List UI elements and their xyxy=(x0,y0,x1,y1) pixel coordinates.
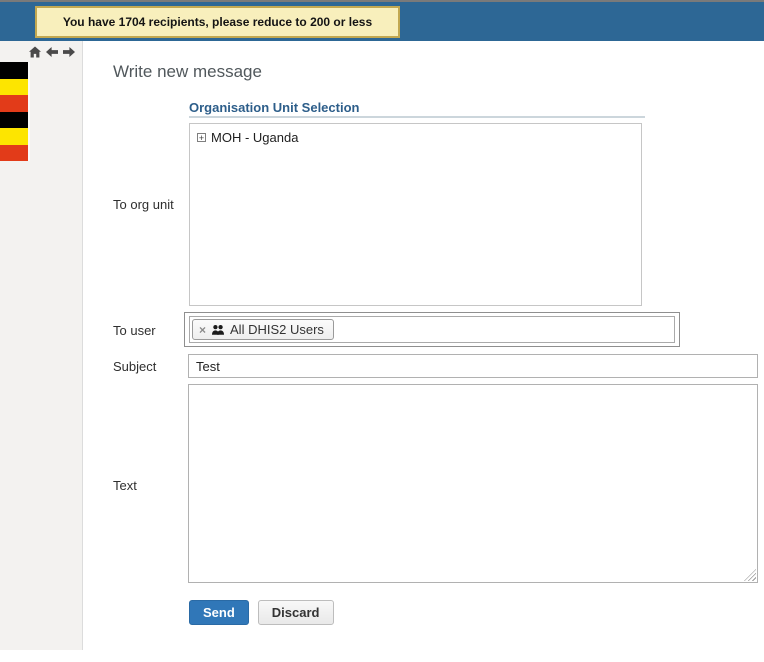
panel-divider xyxy=(189,116,645,118)
message-text-container xyxy=(188,384,758,583)
home-icon[interactable] xyxy=(29,46,41,58)
remove-token-icon[interactable]: × xyxy=(199,324,206,336)
tree-item-label[interactable]: MOH - Uganda xyxy=(211,130,298,145)
nav-icons xyxy=(29,46,75,58)
users-icon xyxy=(211,324,225,336)
send-button[interactable]: Send xyxy=(189,600,249,625)
flag-stripe xyxy=(0,79,28,96)
page-title: Write new message xyxy=(113,62,262,82)
warning-message: You have 1704 recipients, please reduce … xyxy=(63,15,372,29)
recipient-token-label: All DHIS2 Users xyxy=(230,322,324,337)
to-user-input[interactable]: × All DHIS2 Users xyxy=(189,316,675,343)
discard-button[interactable]: Discard xyxy=(258,600,334,625)
back-arrow-icon[interactable] xyxy=(46,46,58,58)
subject-label: Subject xyxy=(113,359,156,374)
tree-expand-icon[interactable]: + xyxy=(197,133,206,142)
org-unit-panel-title: Organisation Unit Selection xyxy=(189,100,359,115)
tree-item-moh-uganda[interactable]: + MOH - Uganda xyxy=(197,130,634,145)
to-user-field-container: × All DHIS2 Users xyxy=(184,312,680,347)
flag-stripe xyxy=(0,112,28,129)
button-row: Send Discard xyxy=(189,600,334,625)
uganda-flag xyxy=(0,62,30,161)
top-header-bar: You have 1704 recipients, please reduce … xyxy=(0,0,764,41)
subject-input[interactable] xyxy=(188,354,758,378)
recipient-token: × All DHIS2 Users xyxy=(192,319,334,340)
main-content: Write new message Organisation Unit Sele… xyxy=(84,41,764,662)
flag-stripe xyxy=(0,95,28,112)
to-user-label: To user xyxy=(113,323,156,338)
org-unit-tree[interactable]: + MOH - Uganda xyxy=(189,123,642,306)
sidebar xyxy=(0,41,83,650)
flag-stripe xyxy=(0,145,28,162)
message-app-window: You have 1704 recipients, please reduce … xyxy=(0,0,764,662)
message-text-area[interactable] xyxy=(189,385,757,582)
text-label: Text xyxy=(113,478,137,493)
recipients-warning-banner: You have 1704 recipients, please reduce … xyxy=(35,6,400,38)
to-org-unit-label: To org unit xyxy=(113,197,174,212)
flag-stripe xyxy=(0,62,28,79)
forward-arrow-icon[interactable] xyxy=(63,46,75,58)
flag-stripe xyxy=(0,128,28,145)
